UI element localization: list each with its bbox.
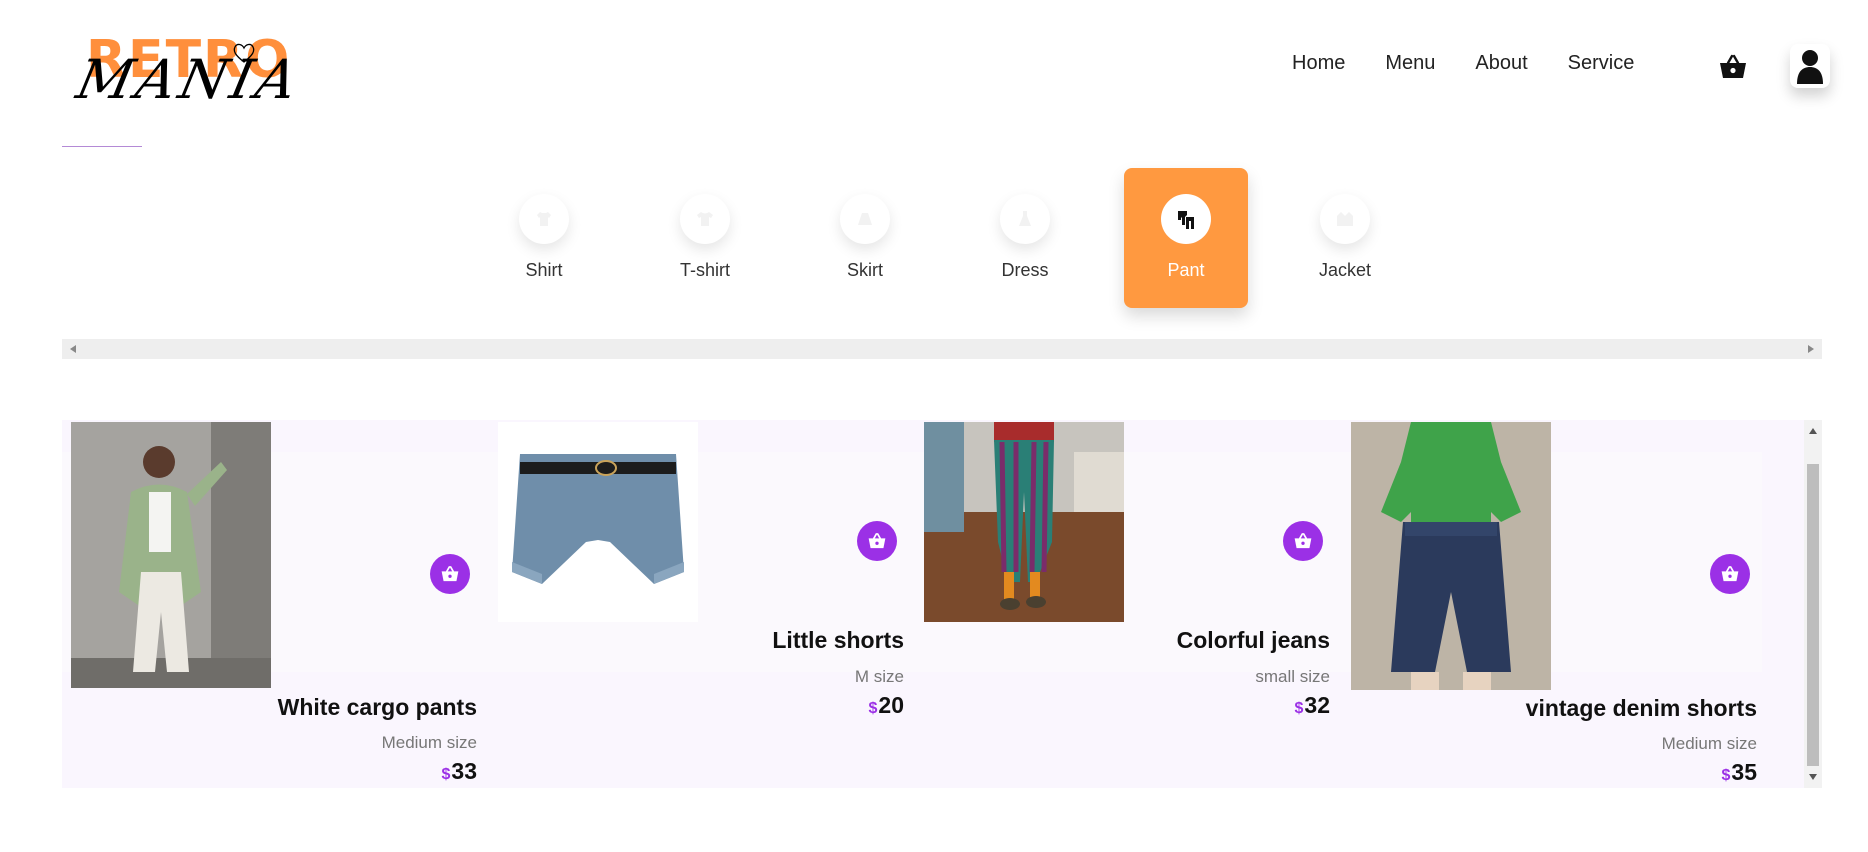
product-size: M size: [854, 667, 904, 686]
category-label: Pant: [1167, 260, 1205, 280]
add-to-cart-button[interactable]: [1283, 521, 1323, 561]
heart-icon: [233, 43, 255, 63]
product-price: $35: [1722, 759, 1758, 786]
currency-symbol: $: [441, 766, 451, 783]
product-price: $32: [1295, 692, 1331, 719]
category-label: Jacket: [1318, 260, 1372, 280]
logo-mania-text: MANIA: [71, 48, 307, 111]
logo-underline: [62, 146, 142, 147]
basket-icon: [1721, 566, 1739, 582]
category-shirt[interactable]: Shirt: [482, 168, 606, 308]
price-value: 32: [1304, 692, 1330, 718]
price-value: 20: [878, 692, 904, 718]
category-label: T-shirt: [679, 260, 730, 280]
product-grid: White cargo pants Medium size $33 Little…: [62, 420, 1822, 788]
add-to-cart-button[interactable]: [1710, 554, 1750, 594]
pants-icon: [1161, 194, 1211, 244]
product-name: Colorful jeans: [1176, 627, 1330, 653]
user-account-button[interactable]: [1790, 44, 1830, 88]
category-jacket[interactable]: Jacket: [1283, 168, 1407, 308]
main-nav: Home Menu About Service: [1292, 52, 1634, 75]
basket-icon: [1294, 533, 1312, 549]
product-card[interactable]: vintage denim shorts Medium size $35: [1342, 420, 1767, 788]
category-tshirt[interactable]: T-shirt: [643, 168, 767, 308]
shirt-icon: [519, 194, 569, 244]
category-label: Skirt: [847, 260, 883, 280]
scroll-left-icon[interactable]: [70, 345, 76, 353]
category-label: Shirt: [525, 260, 563, 280]
nav-menu[interactable]: Menu: [1385, 52, 1435, 75]
currency-symbol: $: [1294, 700, 1304, 717]
currency-symbol: $: [1721, 767, 1731, 784]
nav-about[interactable]: About: [1475, 52, 1527, 75]
product-image: [924, 422, 1124, 622]
jacket-icon: [1320, 194, 1370, 244]
category-strip: Shirt T-shirt Skirt Dress Pant Jacket: [0, 168, 1868, 308]
category-label: Dress: [1001, 260, 1049, 280]
basket-icon: [441, 566, 459, 582]
product-price: $33: [442, 758, 478, 785]
product-name: White cargo pants: [277, 694, 477, 720]
price-value: 33: [451, 758, 477, 784]
basket-icon[interactable]: [1718, 52, 1748, 82]
add-to-cart-button[interactable]: [857, 521, 897, 561]
product-size: small size: [1255, 667, 1330, 686]
category-pant[interactable]: Pant: [1124, 168, 1248, 308]
product-image: [498, 422, 698, 622]
scroll-right-icon[interactable]: [1808, 345, 1814, 353]
scrollbar-thumb[interactable]: [1807, 464, 1819, 766]
scroll-up-icon[interactable]: [1809, 428, 1817, 434]
nav-home[interactable]: Home: [1292, 52, 1345, 75]
product-scrollbar[interactable]: [1804, 420, 1822, 788]
basket-icon: [868, 533, 886, 549]
category-scrollbar[interactable]: [62, 339, 1822, 359]
product-image: [1351, 422, 1551, 690]
site-header: RETRO MANIA Home Menu About Service: [0, 0, 1868, 147]
tshirt-icon: [680, 194, 730, 244]
product-name: Little shorts: [772, 627, 904, 653]
category-skirt[interactable]: Skirt: [803, 168, 927, 308]
product-size: Medium size: [381, 733, 477, 752]
user-icon: [1797, 50, 1823, 84]
product-image: [71, 422, 271, 688]
currency-symbol: $: [868, 700, 878, 717]
scroll-down-icon[interactable]: [1809, 774, 1817, 780]
price-value: 35: [1731, 759, 1757, 785]
product-card[interactable]: White cargo pants Medium size $33: [62, 420, 487, 788]
nav-service[interactable]: Service: [1568, 52, 1635, 75]
dress-icon: [1000, 194, 1050, 244]
category-dress[interactable]: Dress: [963, 168, 1087, 308]
product-name: vintage denim shorts: [1525, 695, 1757, 721]
product-size: Medium size: [1661, 734, 1757, 753]
add-to-cart-button[interactable]: [430, 554, 470, 594]
brand-logo[interactable]: RETRO MANIA: [71, 30, 306, 120]
product-card[interactable]: Little shorts M size $20: [489, 420, 914, 788]
product-card[interactable]: Colorful jeans small size $32: [915, 420, 1340, 788]
product-price: $20: [869, 692, 905, 719]
skirt-icon: [840, 194, 890, 244]
